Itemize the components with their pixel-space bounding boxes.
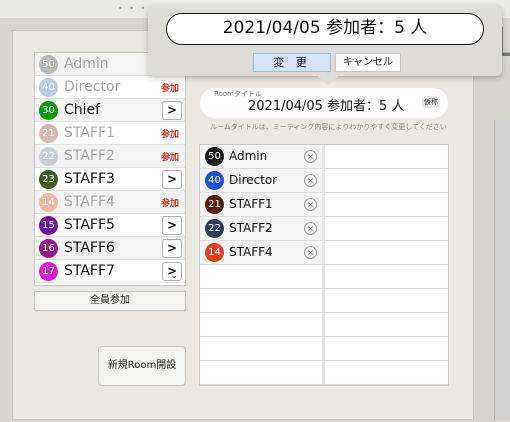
- empty-row: [200, 313, 448, 337]
- participant-cell: 21 STAFF1 ×: [200, 193, 322, 216]
- participant-cell: 50 Admin ×: [200, 145, 322, 168]
- member-name: Director: [64, 79, 121, 95]
- participant-row: 40 Director ×: [200, 169, 448, 193]
- participant-cell: 22 STAFF2 ×: [200, 217, 322, 240]
- empty-row: [200, 361, 448, 385]
- remove-participant-icon[interactable]: ×: [304, 246, 317, 259]
- room-title-hint: ルームタイトルは、ミーティング内容によりわかりやすく変更してください: [210, 123, 447, 131]
- member-number-badge: 16: [39, 239, 58, 258]
- member-number-badge: 15: [39, 216, 58, 235]
- member-row[interactable]: 30 Chief >: [35, 99, 185, 122]
- participant-number-badge: 40: [205, 171, 224, 190]
- participant-cell: 40 Director ×: [200, 169, 322, 192]
- room-title-value: 2021/04/05 参加者：5 人: [248, 99, 405, 114]
- joined-label: 参加: [160, 130, 179, 140]
- member-name: STAFF6: [64, 240, 115, 256]
- participant-name: STAFF1: [229, 197, 273, 211]
- member-name: STAFF1: [64, 125, 115, 141]
- member-number-badge: 21: [39, 124, 58, 143]
- member-row[interactable]: 21 STAFF1 参加: [35, 122, 185, 145]
- empty-row: [200, 289, 448, 313]
- list-scroll-chevron-icon[interactable]: ⌄: [170, 270, 180, 284]
- member-list: 50 Admin 40 Director 参加 30 Chief >21 STAFF1 参加 22 S…: [34, 52, 186, 286]
- join-all-button[interactable]: 全員参加: [34, 291, 186, 311]
- participant-name: STAFF4: [229, 245, 273, 259]
- member-number-badge: 17: [39, 262, 58, 281]
- new-room-button[interactable]: 新規Room開設: [98, 346, 186, 386]
- joined-label: 参加: [160, 153, 179, 163]
- title-edit-input[interactable]: 2021/04/05 参加者：5 人: [166, 13, 484, 45]
- member-row[interactable]: 40 Director 参加: [35, 76, 185, 99]
- member-row[interactable]: 22 STAFF2 参加: [35, 145, 185, 168]
- change-button[interactable]: 変 更: [253, 53, 331, 72]
- member-name: STAFF5: [64, 217, 115, 233]
- member-row[interactable]: 15 STAFF5 >: [35, 214, 185, 237]
- participant-row: 14 STAFF4 ×: [200, 241, 448, 265]
- remove-participant-icon[interactable]: ×: [304, 174, 317, 187]
- add-member-arrow-icon[interactable]: >: [162, 216, 182, 235]
- participant-number-badge: 50: [205, 147, 224, 166]
- member-name: STAFF7: [64, 263, 115, 279]
- title-edit-popover: 2021/04/05 参加者：5 人 変 更 キャンセル: [148, 5, 502, 76]
- cancel-button[interactable]: キャンセル: [335, 53, 401, 72]
- participant-row: 22 STAFF2 ×: [200, 217, 448, 241]
- member-name: Chief: [64, 102, 101, 118]
- member-name: STAFF2: [64, 148, 115, 164]
- member-name: STAFF3: [64, 171, 115, 187]
- participant-number-badge: 21: [205, 195, 224, 214]
- participant-row: 21 STAFF1 ×: [200, 193, 448, 217]
- remove-participant-icon[interactable]: ×: [304, 198, 317, 211]
- joined-label: 参加: [160, 84, 179, 94]
- member-row[interactable]: 17 STAFF7 >: [35, 260, 185, 283]
- member-number-badge: 40: [39, 78, 58, 97]
- participant-name: Director: [229, 173, 278, 187]
- member-name: Admin: [64, 56, 109, 72]
- popover-pointer: [318, 76, 338, 86]
- remove-participant-icon[interactable]: ×: [304, 150, 317, 163]
- participant-cell: 14 STAFF4 ×: [200, 241, 322, 264]
- participant-cell: [200, 361, 322, 384]
- participant-number-badge: 22: [205, 219, 224, 238]
- provisional-badge: 仮称: [422, 96, 440, 108]
- add-member-arrow-icon[interactable]: >: [162, 101, 182, 120]
- member-number-badge: 22: [39, 147, 58, 166]
- member-number-badge: 30: [39, 101, 58, 120]
- empty-row: [200, 265, 448, 289]
- member-row[interactable]: 16 STAFF6 >: [35, 237, 185, 260]
- participant-list: 50 Admin × 40 Director × 21 STAFF1 × 22 STAFF2 × 14 S…: [199, 144, 449, 386]
- background-dots: • • •: [118, 4, 148, 13]
- empty-row: [200, 337, 448, 361]
- participant-name: STAFF2: [229, 221, 273, 235]
- member-number-badge: 14: [39, 193, 58, 212]
- member-number-badge: 23: [39, 170, 58, 189]
- participant-name: Admin: [229, 149, 268, 163]
- add-member-arrow-icon[interactable]: >: [162, 239, 182, 258]
- joined-label: 参加: [160, 199, 179, 209]
- background-scrollbar: [494, 120, 510, 420]
- add-member-arrow-icon[interactable]: >: [162, 170, 182, 189]
- participant-row: 50 Admin ×: [200, 145, 448, 169]
- participant-number-badge: 14: [205, 243, 224, 262]
- room-title-field[interactable]: Roomタイトル 2021/04/05 参加者：5 人 仮称: [200, 88, 448, 118]
- member-number-badge: 50: [39, 55, 58, 74]
- member-name: STAFF4: [64, 194, 115, 210]
- participant-cell: [200, 313, 322, 336]
- remove-participant-icon[interactable]: ×: [304, 222, 317, 235]
- member-row[interactable]: 23 STAFF3 >: [35, 168, 185, 191]
- participant-cell: [200, 289, 322, 312]
- participant-cell: [200, 337, 322, 360]
- member-row[interactable]: 14 STAFF4 参加: [35, 191, 185, 214]
- participant-cell: [200, 265, 322, 288]
